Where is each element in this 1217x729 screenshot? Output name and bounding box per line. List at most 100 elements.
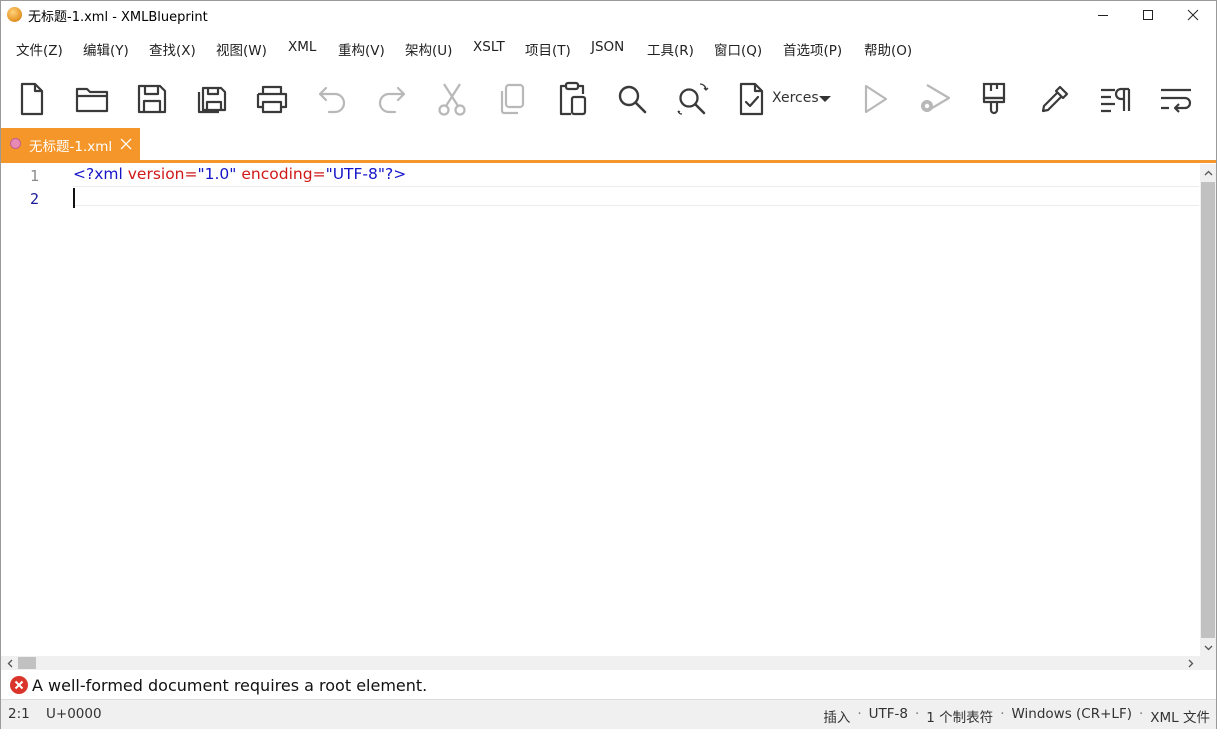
cursor-position: 2:1 [8,706,30,722]
pretty-print-button[interactable] [972,77,1016,121]
run-icon [864,84,888,114]
chevron-down-icon[interactable] [819,96,831,102]
app-window: 无标题-1.xml - XMLBlueprint 文件(Z) 编辑(Y) 查找(… [0,0,1217,729]
menu-project[interactable]: 项目(T) [525,39,571,59]
app-logo-icon [7,7,22,22]
vertical-scroll-thumb[interactable] [1201,182,1215,638]
code-editor[interactable]: 1 2 <?xml version="1.0" encoding="UTF-8"… [1,164,1199,656]
line-number: 1 [29,167,39,185]
window-title: 无标题-1.xml - XMLBlueprint [28,10,208,25]
copy-icon [500,83,525,115]
open-folder-icon [75,87,109,113]
undo-button[interactable] [311,77,355,121]
menu-edit[interactable]: 编辑(Y) [83,39,129,59]
run-button[interactable] [853,77,897,121]
line-endings-indicator[interactable]: Windows (CR+LF) [1011,706,1132,726]
pretty-print-icon [982,82,1006,115]
cut-button[interactable] [430,77,474,121]
encoding-indicator[interactable]: UTF-8 [869,706,908,726]
text-caret [73,188,75,208]
menu-window[interactable]: 窗口(Q) [714,39,762,59]
print-icon [256,85,288,114]
indent-indicator[interactable]: 1 个制表符 [926,706,993,726]
minimize-button[interactable] [1080,1,1126,29]
eyedropper-icon [1041,85,1069,113]
code-line-1: <?xml version="1.0" encoding="UTF-8"?> [73,165,406,183]
vertical-scrollbar[interactable] [1200,164,1216,656]
attr-eq: = [184,165,198,183]
validate-button[interactable] [730,77,774,121]
menu-bar: 文件(Z) 编辑(Y) 查找(X) 视图(W) XML 重构(V) 架构(U) … [1,35,1216,61]
attr-name: version [127,165,185,183]
undo-icon [318,86,346,114]
attr-name: encoding [241,165,313,183]
attr-value: "1.0" [197,165,237,183]
scrollbar-corner [1200,656,1216,670]
menu-preferences[interactable]: 首选项(P) [783,39,842,59]
line-divider [73,205,1199,206]
save-all-icon [197,86,227,114]
scroll-right-icon[interactable] [1183,655,1199,671]
find-replace-button[interactable] [670,77,714,121]
save-all-button[interactable] [190,77,234,121]
cut-icon [438,83,466,116]
validate-icon [739,82,764,116]
error-message[interactable]: A well-formed document requires a root e… [32,676,427,695]
tab-label: 无标题-1.xml [29,139,113,155]
maximize-button[interactable] [1125,1,1171,29]
menu-schema[interactable]: 架构(U) [405,39,452,59]
show-formatting-icon [1101,87,1131,113]
minimize-icon [1098,15,1108,16]
horizontal-scrollbar[interactable] [1,656,1200,670]
horizontal-scroll-thumb[interactable] [18,657,36,669]
tab-close-icon[interactable] [119,137,133,151]
menu-xml[interactable]: XML [288,39,316,55]
save-button[interactable] [130,77,174,121]
validator-select[interactable]: Xerces [772,90,819,106]
word-wrap-icon [1161,88,1192,113]
menu-view[interactable]: 视图(W) [216,39,267,59]
char-codepoint: U+0000 [46,706,102,722]
menu-xslt[interactable]: XSLT [473,39,505,55]
eyedropper-button[interactable] [1033,77,1077,121]
scroll-left-icon[interactable] [2,655,18,671]
redo-button[interactable] [369,77,413,121]
line-divider [73,186,1199,187]
menu-json[interactable]: JSON [591,39,624,55]
run-debug-button[interactable] [912,77,956,121]
title-bar: 无标题-1.xml - XMLBlueprint [1,1,1216,29]
copy-button[interactable] [490,77,534,121]
new-file-icon [20,82,44,116]
menu-find[interactable]: 查找(X) [149,39,196,59]
tab-strip: 无标题-1.xml [1,128,1216,163]
new-file-button[interactable] [10,77,54,121]
attr-eq: = [312,165,326,183]
word-wrap-button[interactable] [1154,77,1198,121]
xml-decl-close: ?> [385,165,407,183]
tab-document[interactable]: 无标题-1.xml [1,128,140,160]
menu-help[interactable]: 帮助(O) [864,39,912,59]
run-debug-icon [921,84,951,112]
line-number-current: 2 [29,190,39,208]
show-formatting-button[interactable] [1094,77,1138,121]
print-button[interactable] [250,77,294,121]
menu-tools[interactable]: 工具(R) [647,39,694,59]
open-button[interactable] [70,77,114,121]
menu-file[interactable]: 文件(Z) [16,39,63,59]
toolbar [1,71,1216,127]
find-button[interactable] [610,77,654,121]
paste-button[interactable] [550,77,594,121]
file-type-indicator[interactable]: XML 文件 [1150,706,1210,726]
unsaved-indicator-icon [10,138,21,149]
scroll-up-icon[interactable] [1200,165,1216,181]
error-icon [10,676,28,694]
tab-accent-line [1,160,1216,163]
insert-mode[interactable]: 插入 [823,706,850,726]
find-replace-icon [677,83,709,115]
xml-decl-open: <?xml [73,165,128,183]
maximize-icon [1143,10,1153,20]
menu-refactor[interactable]: 重构(V) [338,39,385,59]
scroll-down-icon[interactable] [1200,640,1216,656]
close-window-button[interactable] [1170,1,1216,29]
close-icon [1187,9,1199,21]
